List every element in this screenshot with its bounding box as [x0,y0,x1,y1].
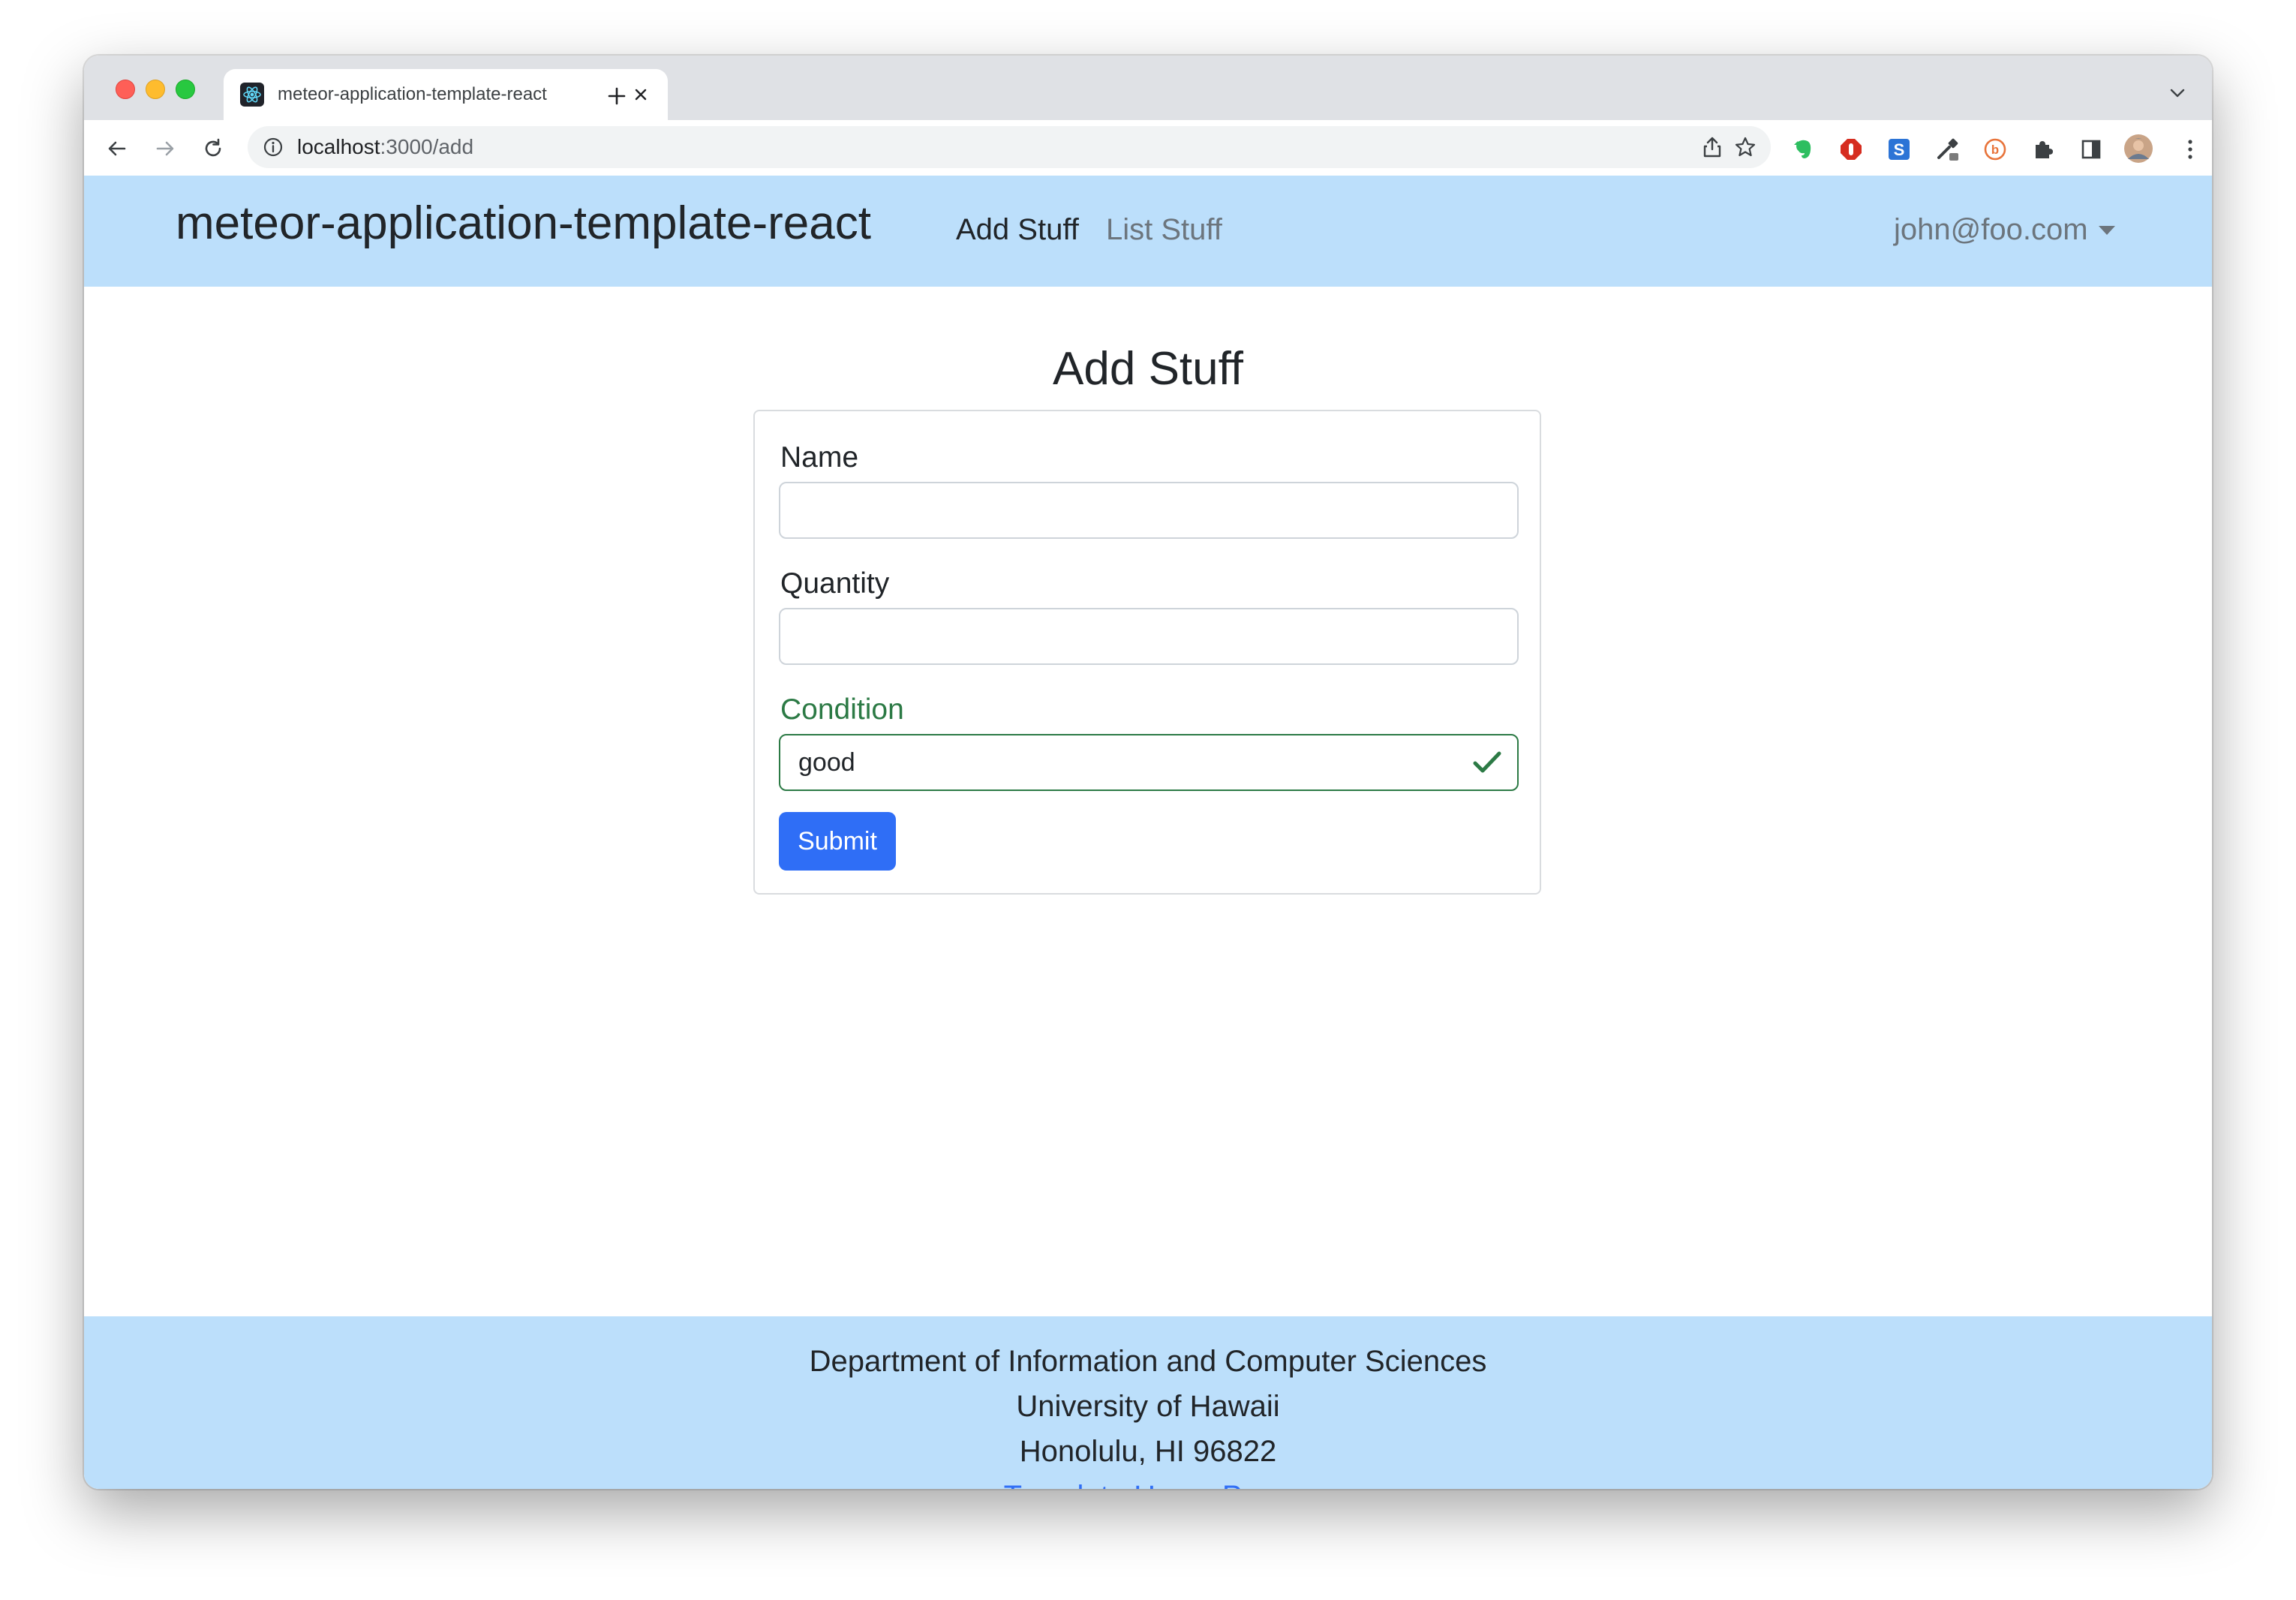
forward-arrow-icon[interactable] [147,131,183,167]
navbar-brand[interactable]: meteor-application-template-react [176,197,871,250]
react-logo-icon [240,83,264,107]
url-path: :3000/add [380,135,474,158]
quantity-input[interactable] [779,608,1519,665]
url-host: localhost [297,135,380,158]
tab-search-chevron-down-icon[interactable] [2162,78,2192,108]
dropdown-caret-icon [2098,225,2115,235]
browser-toolbar: localhost:3000/add S b [84,120,2212,176]
bookmark-star-icon[interactable] [1732,134,1759,161]
template-home-page-link[interactable]: Template Home Page [1004,1480,1293,1489]
name-input[interactable] [779,482,1519,539]
eyedropper-extension-icon[interactable] [1934,137,1960,162]
page-content: meteor-application-template-react Add St… [84,176,2212,1489]
footer-link-row: Template Home Page [84,1480,2212,1489]
footer-department: Department of Information and Computer S… [809,1345,1487,1378]
profile-avatar-icon[interactable] [2123,134,2153,164]
submit-button[interactable]: Submit [779,812,896,871]
valid-checkmark-icon [1471,746,1504,779]
s-extension-icon[interactable]: S [1886,137,1912,162]
condition-input[interactable] [779,734,1519,791]
tab-title: meteor-application-template-react [278,84,547,104]
navbar: meteor-application-template-react Add St… [84,176,2212,287]
browser-window: meteor-application-template-react localh… [84,56,2212,1489]
evernote-extension-icon[interactable] [1790,137,1816,162]
svg-text:b: b [1991,143,1999,157]
minimize-window-button[interactable] [146,80,165,99]
name-label: Name [780,441,859,474]
svg-text:S: S [1894,140,1905,159]
url-text[interactable]: localhost:3000/add [297,135,473,159]
footer-university: University of Hawaii [1016,1390,1280,1423]
footer-address: Honolulu, HI 96822 [1019,1435,1277,1468]
b-extension-icon[interactable]: b [1982,137,2008,162]
side-panel-icon[interactable] [2078,137,2104,162]
extensions-puzzle-icon[interactable] [2030,137,2056,162]
close-window-button[interactable] [116,80,135,99]
address-bar[interactable]: localhost:3000/add [248,126,1771,168]
add-stuff-form-card: Name Quantity Condition Submit [753,410,1541,895]
browser-menu-kebab-icon[interactable] [2177,137,2203,162]
user-email: john@foo.com [1894,213,2088,246]
user-dropdown[interactable]: john@foo.com [1894,213,2115,247]
nav-link-add-stuff[interactable]: Add Stuff [956,213,1079,247]
share-icon[interactable] [1699,134,1726,161]
footer: Department of Information and Computer S… [84,1316,2212,1489]
reload-icon[interactable] [195,131,231,167]
condition-label: Condition [780,693,904,726]
back-arrow-icon[interactable] [99,131,135,167]
adblock-extension-icon[interactable] [1838,137,1864,162]
tab-strip: meteor-application-template-react [84,56,2212,120]
site-info-icon[interactable] [263,137,284,158]
nav-link-list-stuff[interactable]: List Stuff [1106,213,1222,247]
page-title: Add Stuff [1053,343,1243,395]
maximize-window-button[interactable] [176,80,195,99]
new-tab-plus-icon[interactable] [599,78,635,114]
quantity-label: Quantity [780,567,890,600]
